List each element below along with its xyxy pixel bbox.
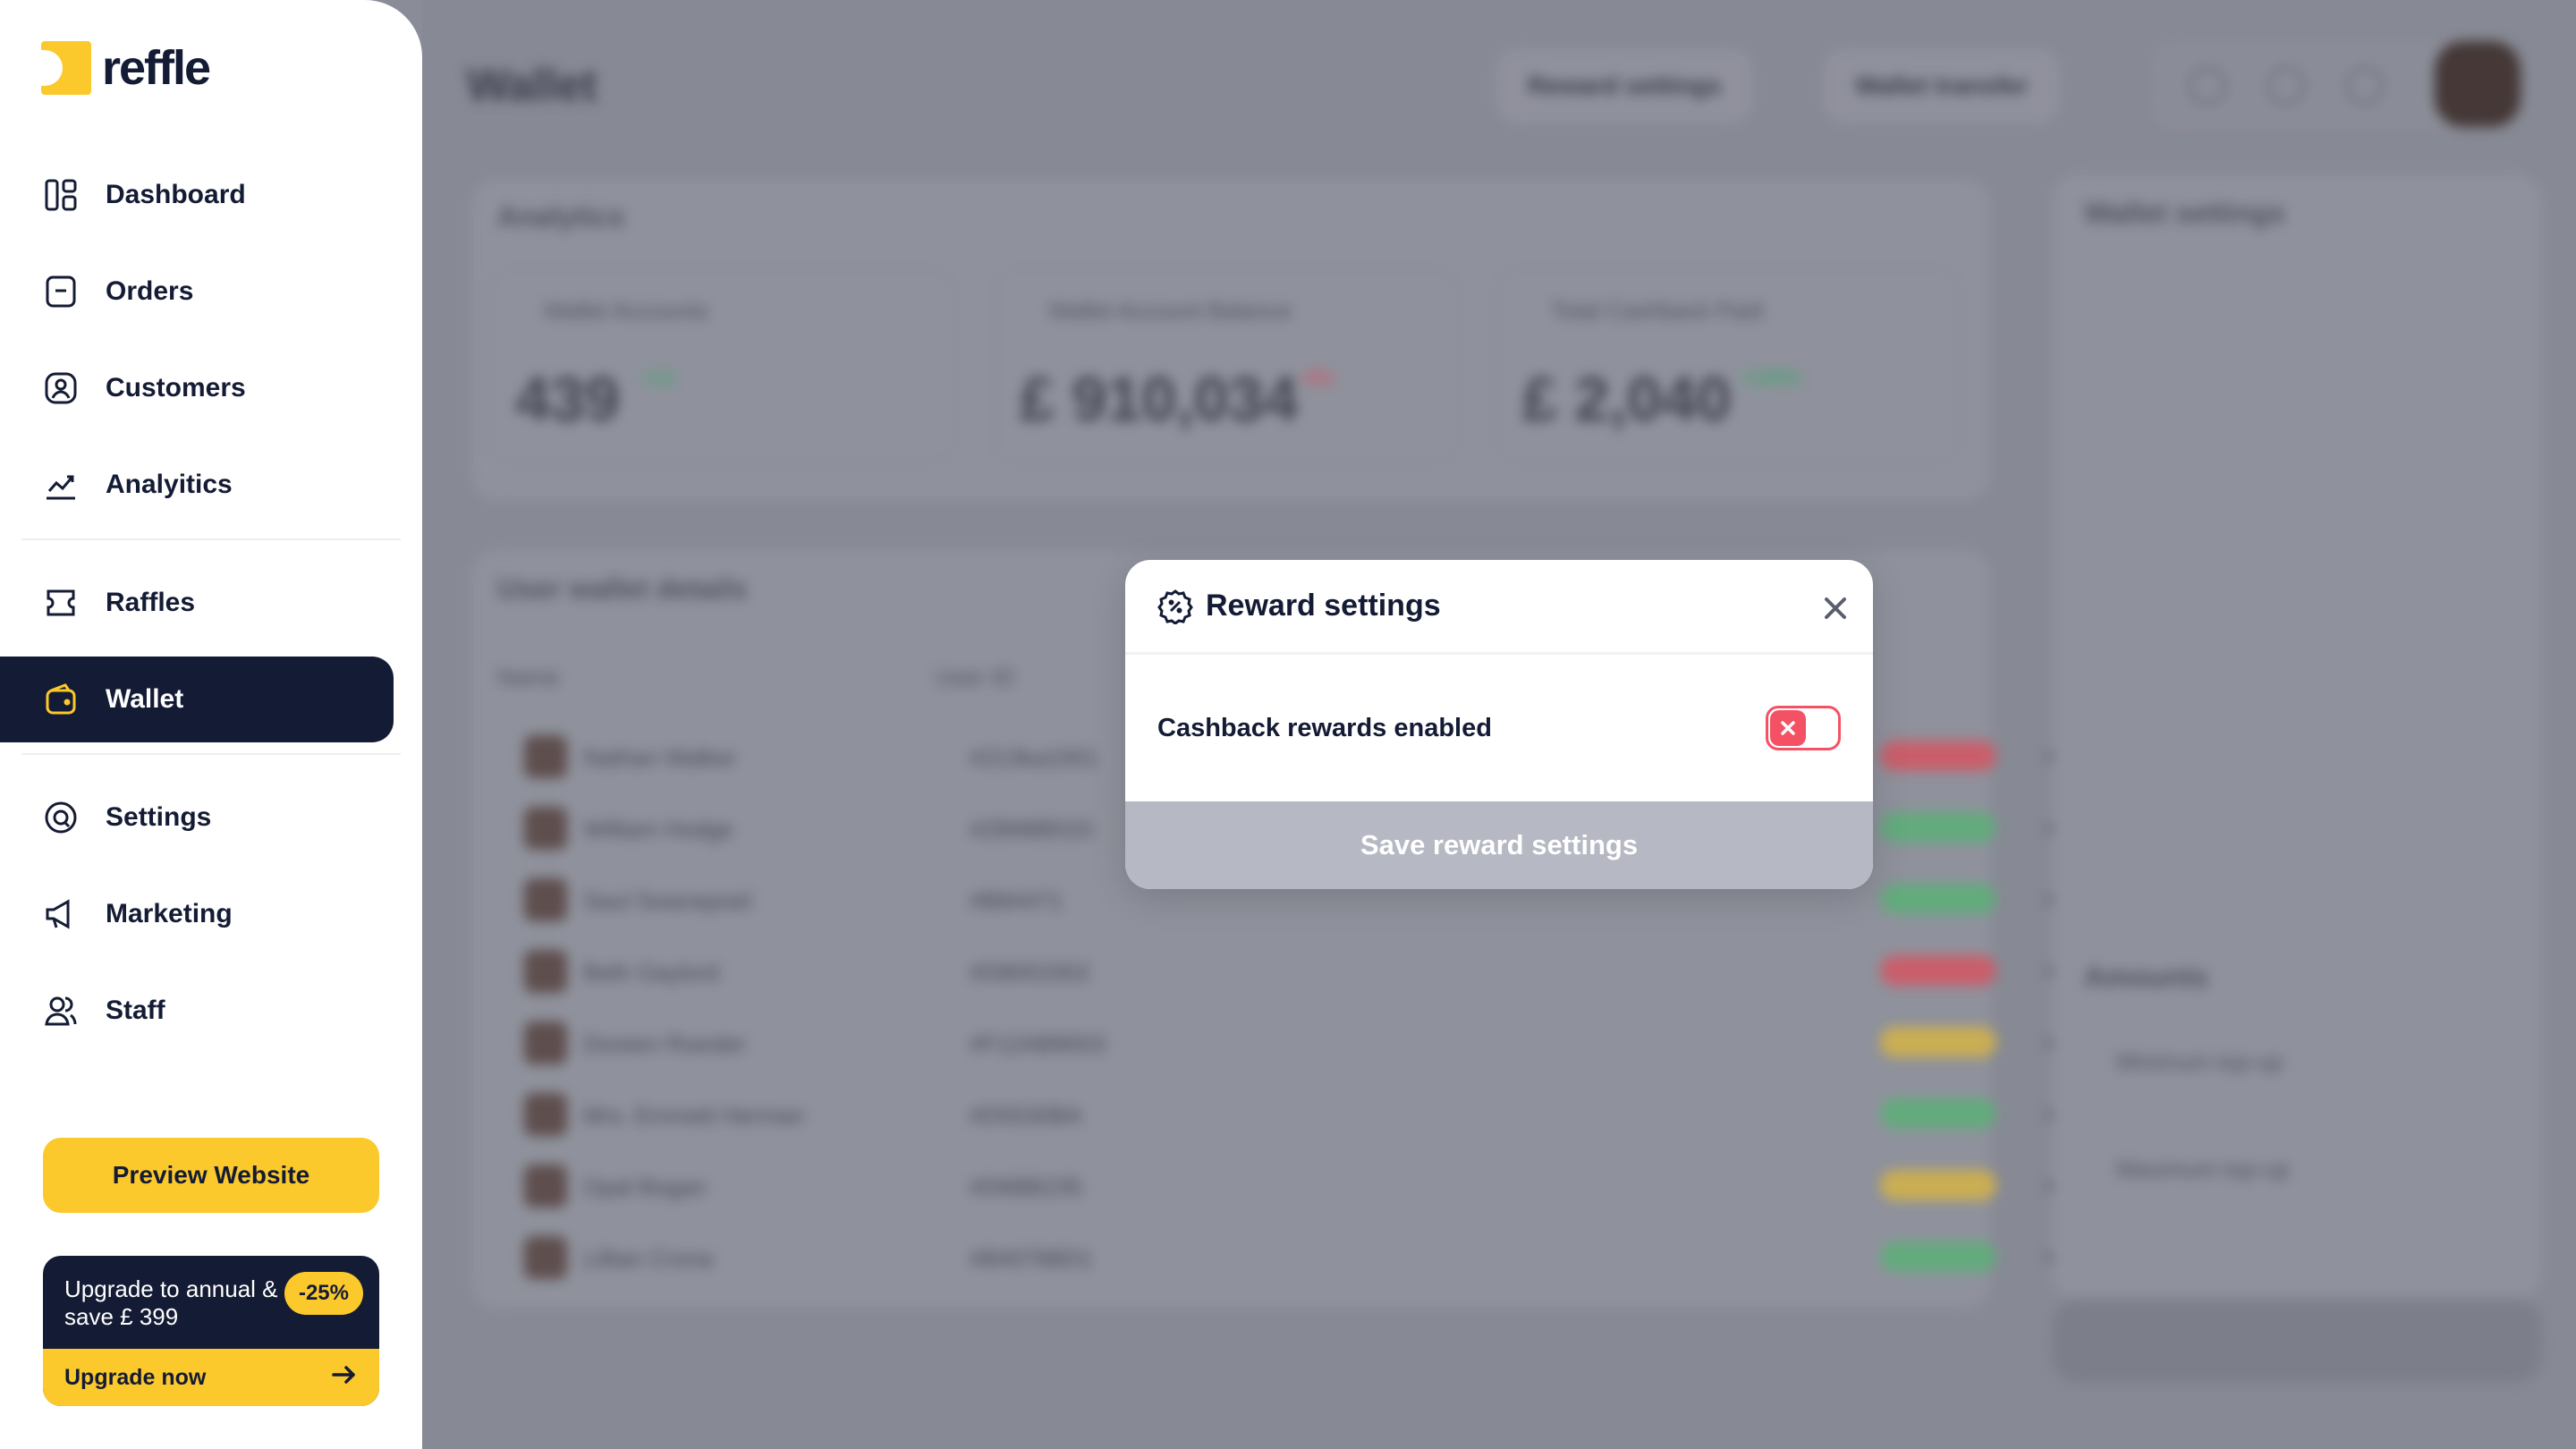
raffles-icon — [43, 585, 79, 621]
upgrade-card: Upgrade to annual & save £ 399 -25% Upgr… — [43, 1256, 379, 1406]
customers-icon — [43, 370, 79, 406]
close-icon[interactable] — [1818, 590, 1853, 626]
sidebar-item-label: Settings — [106, 802, 212, 832]
modal-title: Reward settings — [1206, 589, 1441, 623]
reward-gear-icon — [1157, 589, 1193, 625]
cashback-rewards-label: Cashback rewards enabled — [1157, 713, 1492, 742]
megaphone-icon — [43, 896, 79, 932]
wallet-icon — [43, 682, 79, 717]
staff-icon — [43, 993, 79, 1029]
sidebar-item-settings[interactable]: Settings — [0, 775, 394, 860]
sidebar-item-label: Orders — [106, 276, 194, 306]
sidebar-nav: Dashboard Orders Customers Analyitics Ra… — [0, 152, 422, 1064]
discount-badge: -25% — [284, 1272, 363, 1315]
brand-logo[interactable]: reffle — [41, 39, 211, 97]
sidebar-item-label: Analyitics — [106, 470, 233, 499]
upgrade-text: Upgrade to annual & save £ 399 — [64, 1275, 278, 1330]
brand-name: reffle — [102, 41, 211, 95]
analytics-icon — [43, 467, 79, 503]
sidebar-item-label: Wallet — [106, 684, 184, 714]
cashback-rewards-toggle[interactable] — [1766, 706, 1841, 750]
upgrade-now-button[interactable]: Upgrade now — [43, 1349, 379, 1406]
upgrade-now-label: Upgrade now — [64, 1364, 207, 1390]
sidebar-divider — [21, 538, 401, 540]
logo-mark-icon — [41, 41, 91, 95]
modal-header: Reward settings — [1125, 560, 1873, 655]
modal-body: Cashback rewards enabled — [1125, 655, 1873, 801]
sidebar: reffle Dashboard Orders Customers Analyi… — [0, 0, 422, 1449]
arrow-right-icon — [331, 1364, 358, 1392]
sidebar-item-staff[interactable]: Staff — [0, 968, 394, 1054]
sidebar-item-marketing[interactable]: Marketing — [0, 871, 394, 957]
sidebar-item-label: Staff — [106, 996, 165, 1025]
sidebar-item-label: Customers — [106, 373, 246, 402]
sidebar-item-raffles[interactable]: Raffles — [0, 560, 394, 646]
reward-settings-modal: Reward settings Cashback rewards enabled… — [1125, 560, 1873, 889]
toggle-off-knob — [1770, 710, 1806, 746]
sidebar-item-label: Raffles — [106, 588, 196, 617]
dashboard-icon — [43, 177, 79, 213]
preview-website-button[interactable]: Preview Website — [43, 1138, 379, 1213]
orders-icon — [43, 274, 79, 309]
sidebar-item-dashboard[interactable]: Dashboard — [0, 152, 394, 238]
sidebar-item-orders[interactable]: Orders — [0, 249, 394, 335]
settings-icon — [43, 800, 79, 835]
sidebar-item-wallet[interactable]: Wallet — [0, 657, 394, 742]
sidebar-item-label: Dashboard — [106, 180, 246, 209]
x-icon — [1781, 721, 1795, 735]
sidebar-item-label: Marketing — [106, 899, 233, 928]
sidebar-item-analytics[interactable]: Analyitics — [0, 442, 394, 528]
sidebar-divider — [21, 753, 401, 755]
save-reward-settings-button[interactable]: Save reward settings — [1125, 801, 1873, 889]
sidebar-item-customers[interactable]: Customers — [0, 345, 394, 431]
